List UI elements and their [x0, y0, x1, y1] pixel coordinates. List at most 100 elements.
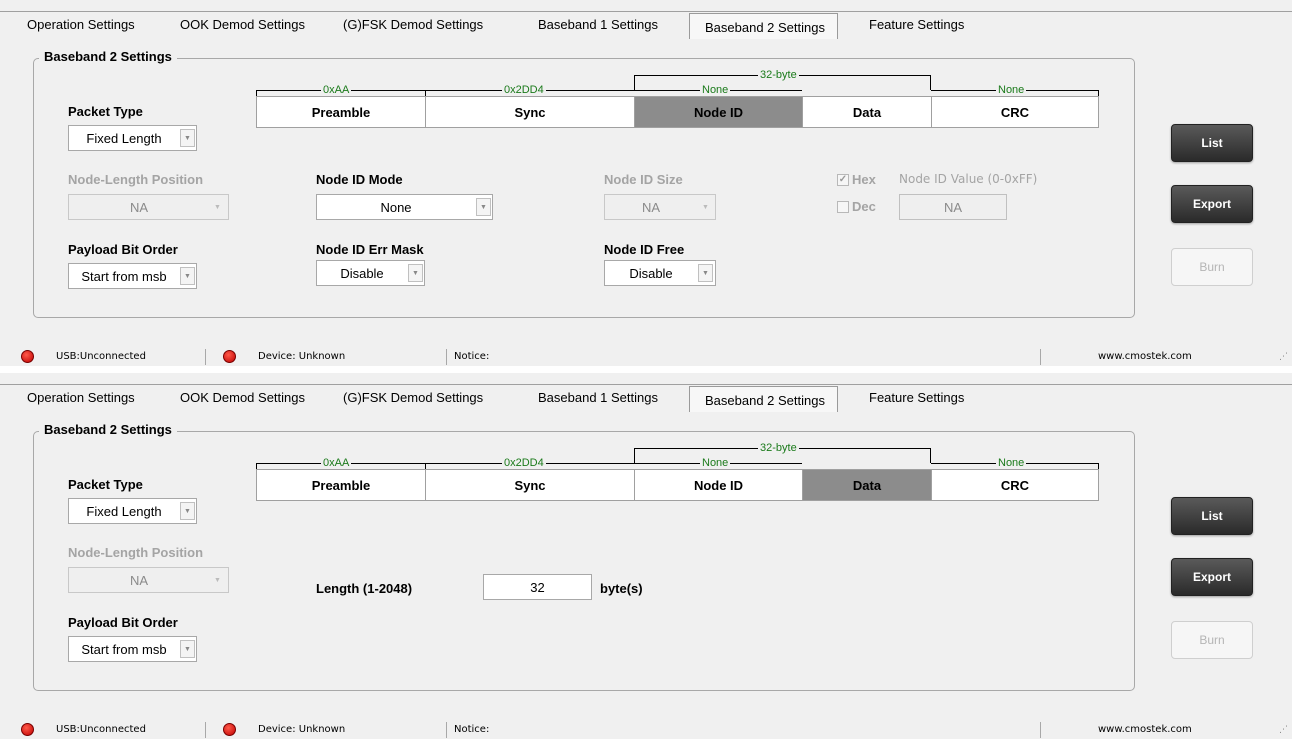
- data-length-value: 32-byte: [758, 69, 799, 81]
- tab-baseband-1-settings[interactable]: Baseband 1 Settings: [538, 17, 658, 32]
- preamble-value: 0xAA: [321, 457, 352, 469]
- chevron-down-icon: ▼: [214, 576, 221, 584]
- node-length-position-select[interactable]: NA ▼: [68, 567, 229, 593]
- tab-strip-line: [0, 384, 1292, 385]
- usb-status: USB:Unconnected: [56, 351, 146, 362]
- node-id-free-select[interactable]: Disable ▼: [604, 260, 716, 286]
- chevron-down-icon: ▼: [698, 264, 713, 282]
- website-link[interactable]: www.cmostek.com: [1098, 351, 1192, 362]
- frame-field-data: Data: [802, 469, 932, 501]
- node-id-free-value: Disable: [629, 265, 673, 281]
- node-id-value-input[interactable]: NA: [899, 194, 1007, 220]
- node-length-position-label: Node-Length Position: [68, 172, 204, 187]
- tab-operation-settings[interactable]: Operation Settings: [27, 17, 135, 32]
- hex-label: Hex: [852, 172, 876, 187]
- sync-value: 0x2DD4: [502, 457, 546, 469]
- node-length-position-label: Node-Length Position: [68, 545, 204, 560]
- frame-field-preamble: Preamble: [256, 96, 426, 128]
- checkmark-icon: ✓: [837, 173, 849, 186]
- packet-type-select[interactable]: Fixed Length ▼: [68, 498, 197, 524]
- burn-button[interactable]: Burn: [1171, 248, 1253, 286]
- export-button[interactable]: Export: [1171, 558, 1253, 596]
- payload-bit-order-label: Payload Bit Order: [68, 242, 178, 257]
- chevron-down-icon: ▼: [702, 203, 709, 211]
- resize-grip-icon[interactable]: ⋰: [1279, 352, 1288, 362]
- usb-status: USB:Unconnected: [56, 724, 146, 735]
- chevron-down-icon: ▼: [180, 640, 195, 658]
- sync-value: 0x2DD4: [502, 84, 546, 96]
- notice-text: Notice:: [454, 351, 490, 362]
- frame-field-crc: CRC: [931, 96, 1099, 128]
- preamble-value: 0xAA: [321, 84, 352, 96]
- notice-text: Notice:: [454, 724, 490, 735]
- device-status: Device: Unknown: [258, 724, 346, 735]
- chevron-down-icon: ▼: [214, 203, 221, 211]
- usb-status-led-icon: [21, 723, 34, 736]
- node-id-size-select[interactable]: NA ▼: [604, 194, 716, 220]
- node-id-size-value: NA: [641, 199, 661, 215]
- node-id-value-label: Node ID Value (0-0xFF): [899, 172, 1038, 186]
- export-button[interactable]: Export: [1171, 185, 1253, 223]
- node-length-position-value: NA: [129, 572, 149, 588]
- group-title: Baseband 2 Settings: [39, 49, 177, 64]
- chevron-down-icon: ▼: [476, 198, 491, 216]
- frame-field-data: Data: [802, 96, 932, 128]
- tab-baseband-2-settings[interactable]: Baseband 2 Settings: [689, 13, 838, 39]
- payload-bit-order-select[interactable]: Start from msb ▼: [68, 263, 197, 289]
- node-id-mode-value: None: [380, 199, 412, 215]
- frame-field-node-id: Node ID: [634, 96, 803, 128]
- length-label: Length (1-2048): [316, 581, 413, 596]
- tab-ook-demod-settings[interactable]: OOK Demod Settings: [180, 17, 305, 32]
- frame-field-preamble: Preamble: [256, 469, 426, 501]
- tab-feature-settings[interactable]: Feature Settings: [869, 390, 964, 405]
- node-length-position-value: NA: [129, 199, 149, 215]
- length-input[interactable]: 32: [483, 574, 592, 600]
- dec-label: Dec: [852, 199, 876, 214]
- tab-ook-demod-settings[interactable]: OOK Demod Settings: [180, 390, 305, 405]
- usb-status-led-icon: [21, 350, 34, 363]
- payload-bit-order-label: Payload Bit Order: [68, 615, 178, 630]
- tab-baseband-2-settings[interactable]: Baseband 2 Settings: [689, 386, 838, 412]
- payload-bit-order-value: Start from msb: [81, 641, 167, 657]
- node-id-err-mask-value: Disable: [340, 265, 384, 281]
- list-button[interactable]: List: [1171, 124, 1253, 162]
- node-id-size-label: Node ID Size: [604, 172, 683, 187]
- hex-checkbox[interactable]: ✓ Hex: [837, 172, 876, 187]
- node-id-mode-label: Node ID Mode: [316, 172, 403, 187]
- status-bar: USB:Unconnected Device: Unknown Notice: …: [0, 348, 1292, 366]
- chevron-down-icon: ▼: [180, 502, 195, 520]
- frame-field-sync: Sync: [425, 469, 635, 501]
- burn-button[interactable]: Burn: [1171, 621, 1253, 659]
- crc-value: None: [996, 84, 1027, 96]
- length-unit-label: byte(s): [600, 581, 643, 596]
- node-length-position-select[interactable]: NA ▼: [68, 194, 229, 220]
- tab-gfsk-demod-settings[interactable]: (G)FSK Demod Settings: [343, 17, 483, 32]
- device-status-led-icon: [223, 723, 236, 736]
- settings-window-data: Operation Settings OOK Demod Settings (G…: [0, 373, 1292, 739]
- chevron-down-icon: ▼: [180, 129, 195, 147]
- node-id-err-mask-label: Node ID Err Mask: [316, 242, 424, 257]
- packet-type-select[interactable]: Fixed Length ▼: [68, 125, 197, 151]
- tab-baseband-1-settings[interactable]: Baseband 1 Settings: [538, 390, 658, 405]
- settings-window-node-id: Operation Settings OOK Demod Settings (G…: [0, 0, 1292, 366]
- chevron-down-icon: ▼: [408, 264, 423, 282]
- payload-bit-order-select[interactable]: Start from msb ▼: [68, 636, 197, 662]
- tab-feature-settings[interactable]: Feature Settings: [869, 17, 964, 32]
- website-link[interactable]: www.cmostek.com: [1098, 724, 1192, 735]
- device-status-led-icon: [223, 350, 236, 363]
- node-id-free-label: Node ID Free: [604, 242, 685, 257]
- node-id-mode-select[interactable]: None ▼: [316, 194, 493, 220]
- node-id-err-mask-select[interactable]: Disable ▼: [316, 260, 425, 286]
- tab-gfsk-demod-settings[interactable]: (G)FSK Demod Settings: [343, 390, 483, 405]
- list-button[interactable]: List: [1171, 497, 1253, 535]
- dec-checkbox[interactable]: Dec: [837, 199, 876, 214]
- frame-field-crc: CRC: [931, 469, 1099, 501]
- resize-grip-icon[interactable]: ⋰: [1279, 725, 1288, 735]
- data-length-value: 32-byte: [758, 442, 799, 454]
- packet-type-label: Packet Type: [68, 104, 143, 119]
- frame-field-sync: Sync: [425, 96, 635, 128]
- tab-operation-settings[interactable]: Operation Settings: [27, 390, 135, 405]
- frame-field-node-id: Node ID: [634, 469, 803, 501]
- group-title: Baseband 2 Settings: [39, 422, 177, 437]
- payload-bit-order-value: Start from msb: [81, 268, 167, 284]
